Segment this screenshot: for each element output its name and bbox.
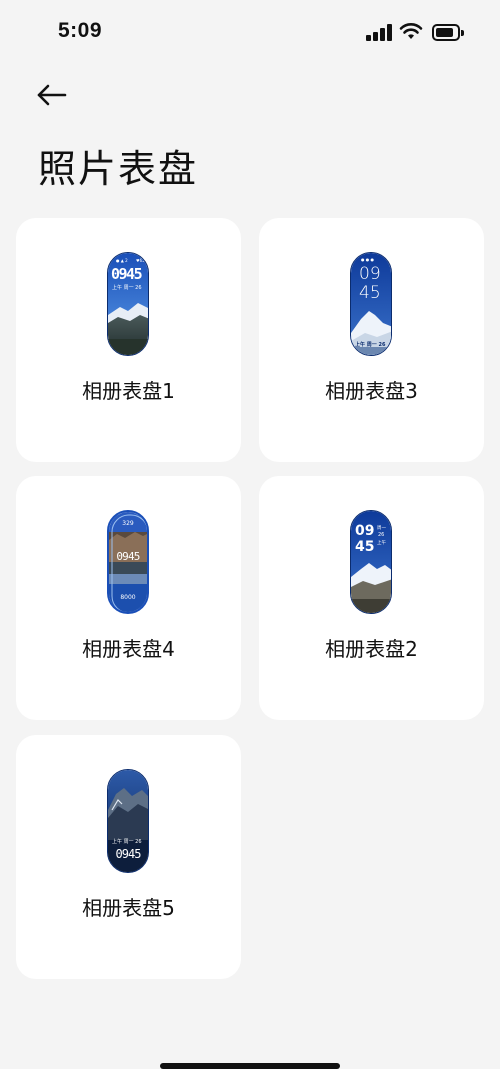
watch-face-card-2[interactable]: 09 45 周一 26 上午 相册表盘2 [259,476,484,720]
face-5-date: 上午 周一 26 [112,839,142,845]
face-3-minute: 45 [359,283,381,303]
watch-face-label: 相册表盘1 [82,379,175,403]
battery-icon [432,24,460,41]
svg-text:♥65: ♥65 [136,258,145,263]
status-bar: 5:09 [0,0,500,66]
face-2-day: 周一 [377,526,386,531]
face-1-time: 0945 [111,265,143,283]
watch-face-label: 相册表盘4 [82,637,175,661]
back-button[interactable] [34,80,70,110]
home-indicator[interactable] [160,1063,340,1069]
cellular-signal-icon [366,24,392,41]
watch-face-card-3[interactable]: ● ● ● 09 45 上午 周一 26 相册表盘3 [259,218,484,462]
face-1-date: 上午 周一 26 [112,285,142,291]
watch-face-preview-3: ● ● ● 09 45 上午 周一 26 [350,252,392,356]
watch-face-preview-2: 09 45 周一 26 上午 [350,510,392,614]
watch-face-card-1[interactable]: ● ▲ 2 ♥65 0945 上午 周一 26 相册表盘1 [16,218,241,462]
watch-face-label: 相册表盘2 [325,637,418,661]
face-2-day-num: 26 [378,532,385,538]
watch-face-preview-4: 329 0945 8000 [107,510,149,614]
watch-face-preview-1: ● ▲ 2 ♥65 0945 上午 周一 26 [107,252,149,356]
watch-face-label: 相册表盘3 [325,379,418,403]
face-4-time: 0945 [116,550,140,563]
battery-cap [461,30,464,36]
face-4-bottom-value: 8000 [120,594,136,601]
face-3-hour: 09 [359,264,381,284]
status-time: 5:09 [58,19,103,42]
face-3-date: 上午 周一 26 [355,342,386,348]
page-title: 照片表盘 [38,147,199,191]
watch-face-card-5[interactable]: 上午 周一 26 0945 相册表盘5 [16,735,241,979]
watch-face-card-4[interactable]: 329 0945 8000 相册表盘4 [16,476,241,720]
watch-face-label: 相册表盘5 [82,896,175,920]
wifi-icon [399,23,423,39]
face-4-top-value: 329 [122,520,134,527]
svg-text:● ▲ 2: ● ▲ 2 [116,258,128,263]
svg-text:● ● ●: ● ● ● [361,257,375,262]
face-2-ampm: 上午 [377,541,386,546]
back-arrow-icon [37,84,67,106]
face-2-minute: 45 [355,539,375,555]
face-5-time: 0945 [115,847,142,861]
face-2-hour: 09 [355,523,375,539]
watch-face-preview-5: 上午 周一 26 0945 [107,769,149,873]
